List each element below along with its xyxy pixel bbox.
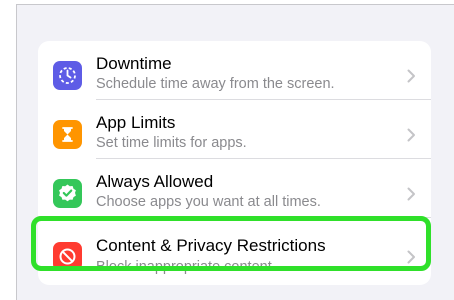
downtime-icon [53,61,82,90]
no-entry-icon [53,242,82,271]
screen-time-settings-screen: Downtime Schedule time away from the scr… [16,4,454,300]
settings-row-title: Always Allowed [96,172,214,191]
settings-row-content-privacy-restrictions[interactable]: Content & Privacy Restrictions Block ina… [38,218,431,285]
settings-row-title: Content & Privacy Restrictions [96,236,326,255]
settings-group: Downtime Schedule time away from the scr… [38,41,431,285]
chevron-right-icon [407,128,415,142]
settings-row-subtitle: Set time limits for apps. [96,135,247,151]
chevron-right-icon [407,69,415,83]
settings-row-subtitle: Block inappropriate content. [96,259,276,275]
hourglass-icon [53,120,82,149]
settings-row-subtitle: Schedule time away from the screen. [96,76,335,92]
settings-row-title: App Limits [96,113,176,132]
chevron-right-icon [407,187,415,201]
settings-row-app-limits[interactable]: App Limits Set time limits for apps. [38,100,431,159]
settings-row-downtime[interactable]: Downtime Schedule time away from the scr… [38,41,431,100]
settings-row-title: Downtime [96,54,172,73]
settings-row-always-allowed[interactable]: Always Allowed Choose apps you want at a… [38,159,431,218]
settings-row-subtitle: Choose apps you want at all times. [96,194,321,210]
chevron-right-icon [407,250,415,264]
checkmark-badge-icon [53,179,82,208]
